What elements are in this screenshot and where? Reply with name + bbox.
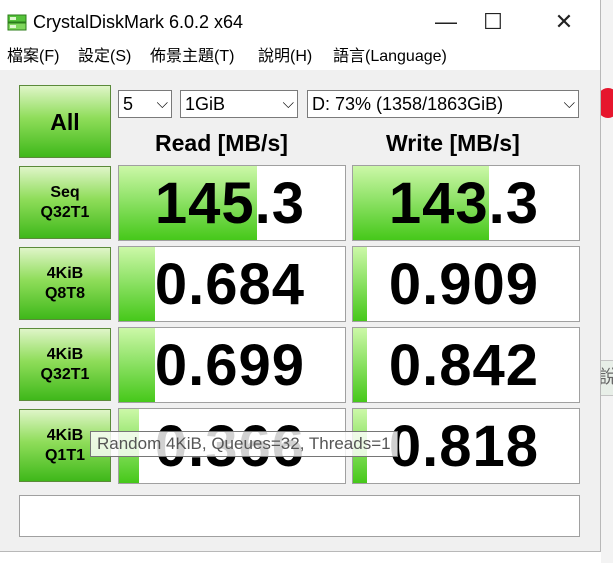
drive-value: D: 73% (1358/1863GiB) xyxy=(312,94,504,114)
write-progress-bar xyxy=(353,328,367,402)
test-size-value: 1GiB xyxy=(185,94,226,114)
test-tooltip: Random 4KiB, Queues=32, Threads=1 xyxy=(90,431,398,457)
test-count-select[interactable]: 5 ⌵ xyxy=(118,90,172,118)
menu-help[interactable]: 說明(H) xyxy=(258,46,312,68)
write-value: 0.842 xyxy=(388,333,539,398)
title-bar: CrystalDiskMark 6.0.2 x64 — ☐ ✕ xyxy=(0,0,600,44)
test-label-line2: Q32T1 xyxy=(40,365,90,383)
test-label-line1: 4KiB xyxy=(46,264,84,282)
test-button-seq-q32t1[interactable]: Seq Q32T1 xyxy=(19,166,111,239)
test-label-line1: 4KiB xyxy=(46,426,84,444)
menu-file[interactable]: 檔案(F) xyxy=(7,46,59,68)
write-value: 143.3 xyxy=(388,171,539,236)
maximize-button[interactable]: ☐ xyxy=(471,0,515,44)
test-label-line2: Q8T8 xyxy=(44,284,85,302)
test-label-line2: Q1T1 xyxy=(44,446,85,464)
read-value: 145.3 xyxy=(154,171,305,236)
all-button[interactable]: All xyxy=(19,85,111,158)
all-button-label: All xyxy=(50,108,80,135)
test-label-line1: 4KiB xyxy=(46,345,84,363)
write-result-cell: 0.842 xyxy=(352,327,580,403)
read-progress-bar xyxy=(119,247,156,321)
app-disk-icon xyxy=(7,14,27,31)
menu-theme[interactable]: 佈景主題(T) xyxy=(150,46,234,68)
read-result-cell: 145.3 xyxy=(118,165,346,241)
read-result-cell: 0.684 xyxy=(118,246,346,322)
app-window: CrystalDiskMark 6.0.2 x64 — ☐ ✕ 檔案(F) 設定… xyxy=(0,0,601,552)
window-title: CrystalDiskMark 6.0.2 x64 xyxy=(33,12,244,32)
comment-field[interactable] xyxy=(19,495,580,537)
read-value: 0.684 xyxy=(154,252,305,317)
test-label-line1: Seq xyxy=(50,183,80,201)
drive-select[interactable]: D: 73% (1358/1863GiB) ⌵ xyxy=(307,90,579,118)
write-value: 0.818 xyxy=(388,414,539,479)
chevron-down-icon: ⌵ xyxy=(156,95,168,112)
menu-language[interactable]: 語言(Language) xyxy=(333,46,447,68)
chevron-down-icon: ⌵ xyxy=(282,95,294,112)
write-value: 0.909 xyxy=(388,252,539,317)
read-header: Read [MB/s] xyxy=(155,130,288,156)
test-button-4kib-q8t8[interactable]: 4KiB Q8T8 xyxy=(19,247,111,320)
menu-bar: 檔案(F) 設定(S) 佈景主題(T) 說明(H) 語言(Language) xyxy=(0,44,600,70)
write-result-cell: 0.909 xyxy=(352,246,580,322)
read-progress-bar xyxy=(119,328,156,402)
chevron-down-icon: ⌵ xyxy=(563,95,575,112)
read-value: 0.699 xyxy=(154,333,305,398)
background-window-edge xyxy=(601,0,613,563)
test-button-4kib-q32t1[interactable]: 4KiB Q32T1 xyxy=(19,328,111,401)
minimize-button[interactable]: — xyxy=(424,0,468,44)
menu-settings[interactable]: 設定(S) xyxy=(78,46,131,68)
read-result-cell: 0.699 xyxy=(118,327,346,403)
test-size-select[interactable]: 1GiB ⌵ xyxy=(180,90,298,118)
write-header: Write [MB/s] xyxy=(386,130,520,156)
write-result-cell: 143.3 xyxy=(352,165,580,241)
close-button[interactable]: ✕ xyxy=(542,0,586,44)
test-label-line2: Q32T1 xyxy=(40,203,90,221)
test-count-value: 5 xyxy=(123,94,134,114)
write-progress-bar xyxy=(353,247,367,321)
